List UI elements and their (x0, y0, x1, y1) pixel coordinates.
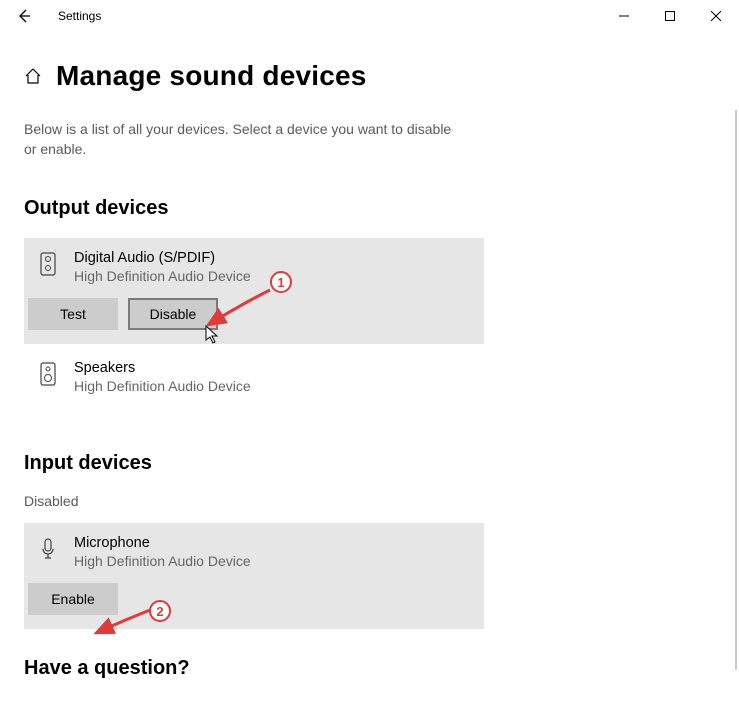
minimize-icon (619, 11, 629, 21)
back-button[interactable] (0, 0, 48, 32)
back-arrow-icon (16, 8, 32, 24)
disable-button[interactable]: Disable (128, 298, 218, 330)
page-title: Manage sound devices (56, 60, 367, 92)
output-device-digital-audio[interactable]: Digital Audio (S/PDIF) High Definition A… (24, 238, 484, 344)
home-icon (24, 67, 42, 85)
disabled-group-label: Disabled (24, 493, 715, 509)
have-a-question-heading: Have a question? (24, 657, 715, 680)
device-subtitle: High Definition Audio Device (74, 553, 251, 569)
annotation-step-2: 2 (149, 600, 171, 622)
page-description: Below is a list of all your devices. Sel… (24, 120, 464, 159)
page-header: Manage sound devices (24, 60, 715, 92)
device-name: Microphone (74, 535, 251, 551)
content-area: Manage sound devices Below is a list of … (0, 32, 739, 680)
enable-button[interactable]: Enable (28, 583, 118, 615)
device-name: Digital Audio (S/PDIF) (74, 250, 251, 266)
device-name: Speakers (74, 360, 251, 376)
maximize-button[interactable] (647, 0, 693, 32)
close-icon (711, 11, 721, 21)
input-devices-heading: Input devices (24, 452, 715, 475)
maximize-icon (665, 11, 675, 21)
microphone-icon (40, 537, 60, 561)
test-button[interactable]: Test (28, 298, 118, 330)
device-subtitle: High Definition Audio Device (74, 378, 251, 394)
annotation-step-1: 1 (270, 271, 292, 293)
input-device-microphone[interactable]: Microphone High Definition Audio Device … (24, 523, 484, 629)
home-button[interactable] (24, 67, 42, 85)
speaker-icon (40, 362, 60, 386)
spdif-icon (40, 252, 60, 276)
close-button[interactable] (693, 0, 739, 32)
window-controls (601, 0, 739, 32)
output-device-speakers[interactable]: Speakers High Definition Audio Device (24, 348, 484, 408)
minimize-button[interactable] (601, 0, 647, 32)
device-subtitle: High Definition Audio Device (74, 268, 251, 284)
output-devices-heading: Output devices (24, 197, 715, 220)
titlebar: Settings (0, 0, 739, 32)
window-title: Settings (58, 9, 101, 23)
